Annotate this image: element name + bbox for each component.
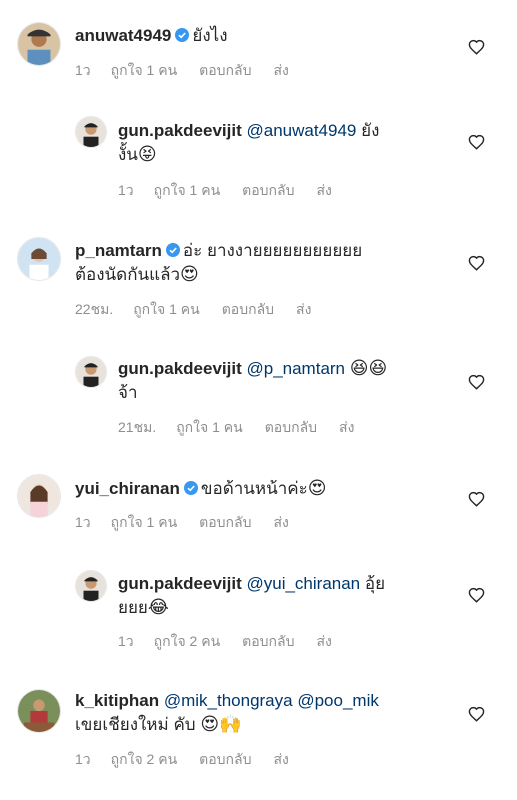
comment-text: p_namtarn อ่ะ ยางงายยยยยยยยยยย ต้องนัดกัน…: [75, 239, 445, 287]
send-button[interactable]: ส่ง: [274, 62, 289, 78]
username[interactable]: k_kitiphan: [75, 691, 159, 710]
reply-item: gun.pakdeevijit @anuwat4949 ยัง งั้น😝 1ว…: [0, 100, 517, 215]
reply-button[interactable]: ตอบกลับ: [222, 301, 274, 317]
mention-link[interactable]: @yui_chiranan: [246, 574, 360, 593]
reply-button[interactable]: ตอบกลับ: [199, 514, 251, 530]
comment-body: อุ้ย: [364, 574, 386, 593]
mention-link[interactable]: @mik_thongraya: [164, 691, 293, 710]
reply-button[interactable]: ตอบกลับ: [199, 62, 251, 78]
avatar[interactable]: [75, 116, 107, 148]
like-heart-icon[interactable]: [468, 39, 485, 55]
comment-body: ยัง: [361, 121, 380, 140]
comment-item: anuwat4949 ยังไง 1ว ถูกใจ 1 คน ตอบกลับ ส่ง: [0, 0, 517, 100]
emoji: 😍: [180, 264, 199, 285]
comment-body-line2: งั้น: [118, 145, 138, 164]
comment-meta: 1ว ถูกใจ 2 คน ตอบกลับ ส่ง: [118, 631, 354, 653]
comment-text: yui_chiranan ขอด้านหน้าค่ะ😍: [75, 477, 327, 501]
verified-badge-icon: [175, 28, 190, 42]
reply-item: gun.pakdeevijit @p_namtarn 😆😆 จ้า 21ชม. ถ…: [0, 335, 517, 455]
comment-meta: 1ว ถูกใจ 2 คน ตอบกลับ ส่ง: [75, 749, 311, 771]
username[interactable]: gun.pakdeevijit: [118, 574, 242, 593]
emoji: 😍: [307, 478, 327, 499]
username[interactable]: gun.pakdeevijit: [118, 359, 242, 378]
comment-meta: 1ว ถูกใจ 1 คน ตอบกลับ ส่ง: [75, 512, 311, 534]
comment-text: gun.pakdeevijit @p_namtarn 😆😆 จ้า: [118, 357, 448, 405]
comment-meta: 21ชม. ถูกใจ 1 คน ตอบกลับ ส่ง: [118, 417, 376, 439]
avatar[interactable]: [17, 237, 61, 281]
comment-meta: 1ว ถูกใจ 1 คน ตอบกลับ ส่ง: [75, 60, 311, 82]
likes-count[interactable]: ถูกใจ 1 คน: [176, 419, 243, 435]
comment-age: 1ว: [75, 514, 91, 530]
emoji: 😆😆: [349, 358, 388, 379]
like-heart-icon[interactable]: [468, 706, 485, 722]
send-button[interactable]: ส่ง: [317, 633, 332, 649]
send-button[interactable]: ส่ง: [296, 301, 311, 317]
username[interactable]: gun.pakdeevijit: [118, 121, 242, 140]
avatar[interactable]: [17, 689, 61, 733]
comment-body-line2: จ้า: [118, 383, 138, 402]
emoji: 😍🙌: [200, 714, 242, 735]
reply-item: gun.pakdeevijit @yui_chiranan อุ้ย ยยย😂 …: [0, 555, 517, 675]
like-heart-icon[interactable]: [468, 491, 485, 507]
comment-item: k_kitiphan @mik_thongraya @poo_mik เขยเช…: [0, 675, 517, 800]
username[interactable]: anuwat4949: [75, 26, 171, 45]
comment-age: 21ชม.: [118, 419, 157, 435]
like-heart-icon[interactable]: [468, 374, 485, 390]
verified-badge-icon: [183, 481, 198, 495]
avatar[interactable]: [17, 474, 61, 518]
likes-count[interactable]: ถูกใจ 2 คน: [111, 751, 178, 767]
send-button[interactable]: ส่ง: [339, 419, 354, 435]
comment-age: 1ว: [75, 62, 91, 78]
comment-item: p_namtarn อ่ะ ยางงายยยยยยยยยยย ต้องนัดกัน…: [0, 215, 517, 335]
like-heart-icon[interactable]: [468, 587, 485, 603]
like-heart-icon[interactable]: [468, 134, 485, 150]
mention-link[interactable]: @poo_mik: [297, 691, 379, 710]
send-button[interactable]: ส่ง: [274, 514, 289, 530]
comment-body: อ่ะ ยางงายยยยยยยยยยย: [182, 241, 363, 260]
send-button[interactable]: ส่ง: [317, 182, 332, 198]
comment-age: 1ว: [75, 751, 91, 767]
comment-text: gun.pakdeevijit @anuwat4949 ยัง งั้น😝: [118, 119, 448, 167]
avatar[interactable]: [17, 22, 61, 66]
comment-meta: 1ว ถูกใจ 1 คน ตอบกลับ ส่ง: [118, 180, 354, 202]
likes-count[interactable]: ถูกใจ 1 คน: [133, 301, 200, 317]
reply-button[interactable]: ตอบกลับ: [199, 751, 251, 767]
emoji: 😝: [137, 144, 157, 165]
mention-link[interactable]: @anuwat4949: [246, 121, 356, 140]
comment-text: anuwat4949 ยังไง: [75, 24, 228, 48]
comment-body: ขอด้านหน้าค่ะ: [200, 479, 308, 498]
comment-body-line2: ยยย: [118, 598, 148, 617]
comment-text: gun.pakdeevijit @yui_chiranan อุ้ย ยยย😂: [118, 572, 448, 620]
comment-item: yui_chiranan ขอด้านหน้าค่ะ😍 1ว ถูกใจ 1 คน ต…: [0, 455, 517, 555]
like-heart-icon[interactable]: [468, 255, 485, 271]
likes-count[interactable]: ถูกใจ 1 คน: [111, 62, 178, 78]
emoji: 😂: [147, 597, 169, 618]
verified-badge-icon: [165, 243, 180, 257]
comment-body: ยังไง: [192, 26, 228, 45]
reply-button[interactable]: ตอบกลับ: [265, 419, 317, 435]
comment-age: 1ว: [118, 182, 134, 198]
comment-age: 1ว: [118, 633, 134, 649]
username[interactable]: p_namtarn: [75, 241, 162, 260]
comment-meta: 22ชม. ถูกใจ 1 คน ตอบกลับ ส่ง: [75, 299, 333, 321]
comment-age: 22ชม.: [75, 301, 114, 317]
avatar[interactable]: [75, 356, 107, 388]
send-button[interactable]: ส่ง: [274, 751, 289, 767]
reply-button[interactable]: ตอบกลับ: [242, 182, 294, 198]
avatar[interactable]: [75, 570, 107, 602]
comment-body-line2: เขยเชียงใหม่ คับ: [75, 715, 196, 734]
likes-count[interactable]: ถูกใจ 1 คน: [111, 514, 178, 530]
likes-count[interactable]: ถูกใจ 2 คน: [154, 633, 221, 649]
mention-link[interactable]: @p_namtarn: [246, 359, 345, 378]
username[interactable]: yui_chiranan: [75, 479, 180, 498]
likes-count[interactable]: ถูกใจ 1 คน: [154, 182, 221, 198]
reply-button[interactable]: ตอบกลับ: [242, 633, 294, 649]
comment-text: k_kitiphan @mik_thongraya @poo_mik เขยเช…: [75, 689, 455, 737]
comment-body-line2: ต้องนัดกันแล้ว: [75, 265, 181, 284]
